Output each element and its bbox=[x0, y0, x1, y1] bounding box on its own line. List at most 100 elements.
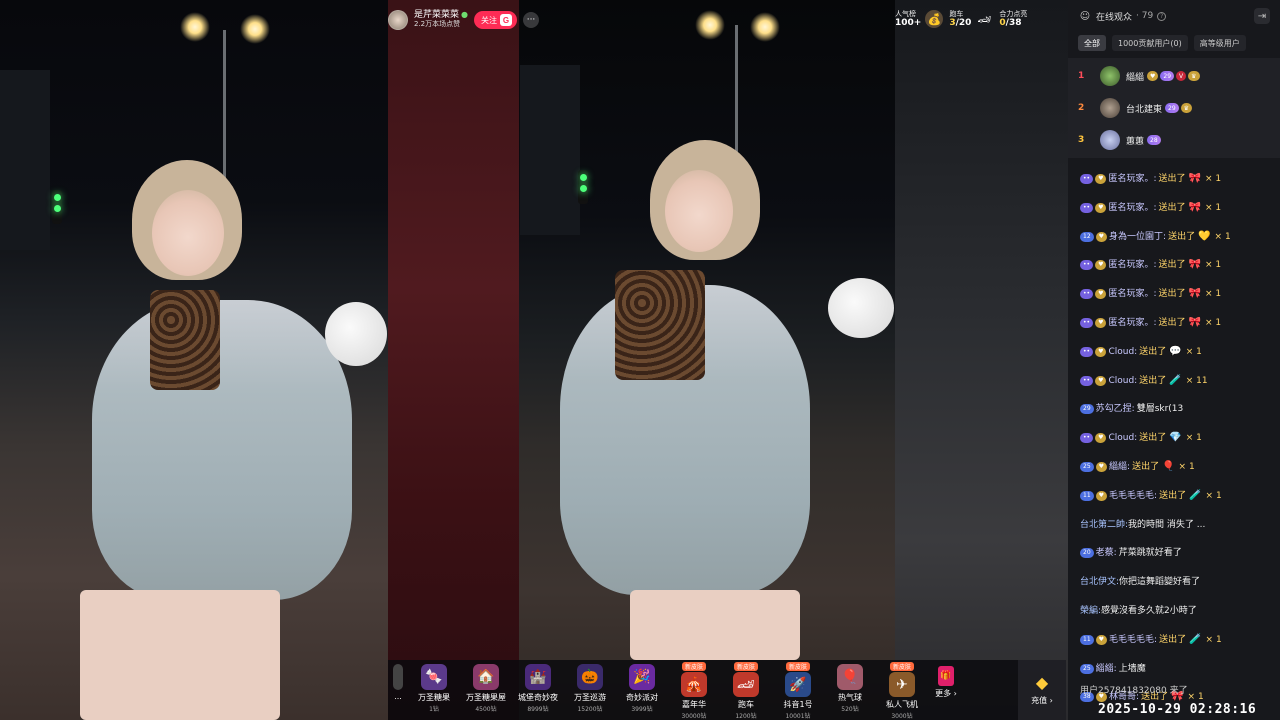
collab-label: 合力点亮 bbox=[999, 10, 1028, 18]
follow-button[interactable]: 关注 G bbox=[474, 11, 517, 29]
gift-item[interactable]: 新皮肤 ✈ 私人飞机 3000钻 bbox=[876, 660, 928, 720]
gift-icon: 🎀 bbox=[1188, 288, 1201, 300]
chat-username[interactable]: 榮編: bbox=[1080, 604, 1101, 618]
new-skin-badge: 新皮肤 bbox=[785, 662, 811, 671]
chat-action: 送出了 bbox=[1158, 318, 1186, 328]
chat-message[interactable]: 12 ♥ 身為一位園丁: 送出了 💛 × 1 bbox=[1080, 230, 1231, 244]
chat-username[interactable]: 老蔡: bbox=[1096, 546, 1117, 560]
car-stat[interactable]: 跑车 3/20 🏎 bbox=[949, 10, 993, 28]
level-badge: 29 bbox=[1080, 404, 1094, 415]
chat-message[interactable]: •• ♥ Cloud: 送出了 💎 × 1 bbox=[1080, 431, 1202, 445]
gift-price: 520钻 bbox=[841, 706, 859, 713]
chat-message[interactable]: 11 ♥ 毛毛毛毛毛: 送出了 🧪 × 1 bbox=[1080, 633, 1222, 647]
chat-message[interactable]: •• ♥ 匿名玩家。: 送出了 🎀 × 1 bbox=[1080, 316, 1221, 330]
chat-message[interactable]: •• ♥ Cloud: 送出了 💬 × 1 bbox=[1080, 345, 1202, 359]
host-info: 是芹菜菜菜 ● 2.2万本场点赞 关注 G ··· bbox=[388, 10, 539, 30]
gift-item[interactable]: 🎃 万圣巡游 15200钻 bbox=[564, 660, 616, 720]
fan-badge-icon: ♥ bbox=[1095, 346, 1107, 357]
new-skin-badge: 新皮肤 bbox=[889, 662, 915, 671]
level-badge: 29 bbox=[1160, 71, 1175, 81]
gift-icon: 💬 bbox=[1169, 345, 1182, 357]
gift-price: 3999钻 bbox=[631, 706, 653, 713]
chat-message[interactable]: •• ♥ Cloud: 送出了 🧪 × 11 bbox=[1080, 374, 1208, 388]
chat-message[interactable]: •• ♥ 匿名玩家。: 送出了 🎀 × 1 bbox=[1080, 258, 1221, 272]
chat-username[interactable]: Cloud: bbox=[1108, 374, 1137, 388]
gift-count: × 1 bbox=[1204, 289, 1222, 300]
fan-badge-icon: ♥ bbox=[1095, 202, 1107, 213]
gift-price: 1钻 bbox=[429, 706, 439, 713]
chat-username[interactable]: 台北伊文: bbox=[1080, 575, 1119, 589]
chat-username[interactable]: 台北第二帥: bbox=[1080, 518, 1128, 532]
chat-username[interactable]: 緇緇: bbox=[1109, 460, 1130, 474]
chat-message[interactable]: •• ♥ 匿名玩家。: 送出了 🎀 × 1 bbox=[1080, 201, 1221, 215]
chat-message[interactable]: 榮編: 感覺沒看多久就2小時了 bbox=[1080, 604, 1197, 618]
candy-house-icon: 🏠 bbox=[473, 664, 499, 690]
timestamp: 2025-10-29 02:28:16 bbox=[1098, 702, 1257, 717]
chat-message[interactable]: 25 緇緇: 上墙魔 bbox=[1080, 662, 1146, 676]
popularity-stat[interactable]: 人气榜 100+ 💰 bbox=[895, 10, 944, 29]
fan-badge-icon: ♥ bbox=[1095, 231, 1108, 242]
sports-car-icon: 🏎 bbox=[977, 12, 992, 26]
gift-item[interactable]: 🎉 奇妙派对 3999钻 bbox=[616, 660, 668, 720]
chat-username[interactable]: Cloud: bbox=[1108, 431, 1137, 445]
traffic-light bbox=[52, 190, 62, 224]
collapse-icon[interactable]: ⇥ bbox=[1254, 8, 1270, 24]
chat-username[interactable]: 毛毛毛毛毛: bbox=[1109, 489, 1157, 503]
gift-item[interactable]: 🎈 热气球 520钻 bbox=[824, 660, 876, 720]
tab-contributors[interactable]: 1000贡献用户(0) bbox=[1112, 35, 1188, 51]
chat-text: 我的時間 消失了 ... bbox=[1128, 519, 1206, 530]
chat-feed[interactable]: •• ♥ 匿名玩家。: 送出了 🎀 × 1 •• ♥ 匿名玩家。: 送出了 🎀 × 1 12 ♥ 身為一位園… bbox=[1068, 166, 1280, 720]
chat-message[interactable]: 29 苏勾乙捏: 雙層skr(13 bbox=[1080, 402, 1183, 416]
chat-message[interactable]: •• ♥ 匿名玩家。: 送出了 🎀 × 1 bbox=[1080, 287, 1221, 301]
gift-item[interactable]: 🏰 城堡奇妙夜 8999钻 bbox=[512, 660, 564, 720]
chat-username[interactable]: 匿名玩家。: bbox=[1108, 316, 1156, 330]
host-avatar[interactable] bbox=[388, 10, 408, 30]
fan-badge-icon: ♥ bbox=[1095, 174, 1107, 184]
chat-action: 送出了 bbox=[1139, 375, 1167, 386]
host-text: 是芹菜菜菜 ● 2.2万本场点赞 bbox=[414, 10, 468, 29]
tab-all[interactable]: 全部 bbox=[1078, 35, 1106, 51]
rank-item[interactable]: 1 緇緇 ♥ 29 V ♛ bbox=[1068, 62, 1280, 90]
level-badge: 25 bbox=[1080, 462, 1094, 472]
collab-value-total: /38 bbox=[1005, 18, 1022, 29]
rank-number: 1 bbox=[1078, 71, 1085, 81]
tab-high-level[interactable]: 高等级用户 bbox=[1193, 35, 1246, 51]
chat-username[interactable]: 匿名玩家。: bbox=[1108, 201, 1156, 215]
chat-username[interactable]: Cloud: bbox=[1108, 345, 1137, 359]
chat-username[interactable]: 緇緇: bbox=[1096, 662, 1117, 676]
gift-item[interactable]: 🍬 万圣糖果 1钻 bbox=[408, 660, 460, 720]
gift-bar: ... 🍬 万圣糖果 1钻 🏠 万圣糖果屋 4500钻 🏰 城堡奇妙夜 8999… bbox=[388, 660, 1018, 720]
gift-item[interactable]: 🏠 万圣糖果屋 4500钻 bbox=[460, 660, 512, 720]
chat-message[interactable]: 25 ♥ 緇緇: 送出了 🎈 × 1 bbox=[1080, 460, 1195, 474]
chat-message[interactable]: 20 老蔡: 芹菜跳就好看了 bbox=[1080, 546, 1182, 560]
chat-message[interactable]: •• ♥ 匿名玩家。: 送出了 🎀 × 1 bbox=[1080, 172, 1221, 186]
fan-badge-icon: ♥ bbox=[1095, 490, 1108, 501]
lamp-glow bbox=[750, 12, 780, 42]
mask-badge-icon: •• bbox=[1080, 289, 1094, 300]
gift-item[interactable]: 新皮肤 🎪 嘉年华 30000钻 bbox=[668, 660, 720, 720]
chat-username[interactable]: 匿名玩家。: bbox=[1108, 172, 1156, 186]
chat-message[interactable]: 台北伊文: 你把這舞蹈變好看了 bbox=[1080, 575, 1200, 589]
gift-name: 城堡奇妙夜 bbox=[518, 693, 558, 702]
rank-name: 緇緇 bbox=[1126, 72, 1145, 83]
recharge-button[interactable]: ◆ 充值 › bbox=[1018, 660, 1066, 720]
rank-item[interactable]: 2 台北建東 29 ♛ bbox=[1068, 94, 1280, 122]
chat-username[interactable]: 匿名玩家。: bbox=[1108, 287, 1156, 301]
chat-username[interactable]: 匿名玩家。: bbox=[1108, 258, 1156, 272]
chat-message[interactable]: 台北第二帥: 我的時間 消失了 ... bbox=[1080, 518, 1205, 532]
gift-item[interactable]: 新皮肤 🚀 抖音1号 10001钻 bbox=[772, 660, 824, 720]
chat-message[interactable]: 11 ♥ 毛毛毛毛毛: 送出了 🧪 × 1 bbox=[1080, 489, 1222, 503]
live-video[interactable]: 是芹菜菜菜 ● 2.2万本场点赞 关注 G ··· 人气榜 100+ 💰 跑车 3/… bbox=[0, 0, 1068, 720]
collab-stat[interactable]: 合力点亮 0/38 bbox=[999, 10, 1027, 28]
fan-badge-icon: ♥ bbox=[1095, 375, 1107, 386]
gift-item[interactable]: 新皮肤 🏎 跑车 1200钻 bbox=[720, 660, 772, 720]
chat-username[interactable]: 毛毛毛毛毛: bbox=[1109, 633, 1157, 647]
info-icon[interactable]: ? bbox=[1157, 11, 1167, 21]
rank-item[interactable]: 3 蕙蕙 28 bbox=[1068, 126, 1280, 154]
more-label-text: 更多 bbox=[935, 689, 952, 698]
chat-username[interactable]: 身為一位園丁: bbox=[1109, 230, 1166, 244]
more-icon[interactable]: ··· bbox=[523, 12, 539, 28]
chat-username[interactable]: 苏勾乙捏: bbox=[1096, 402, 1135, 416]
more-gifts-button[interactable]: 🎁 更多 › bbox=[928, 660, 964, 720]
gift-item[interactable]: ... bbox=[388, 660, 408, 720]
